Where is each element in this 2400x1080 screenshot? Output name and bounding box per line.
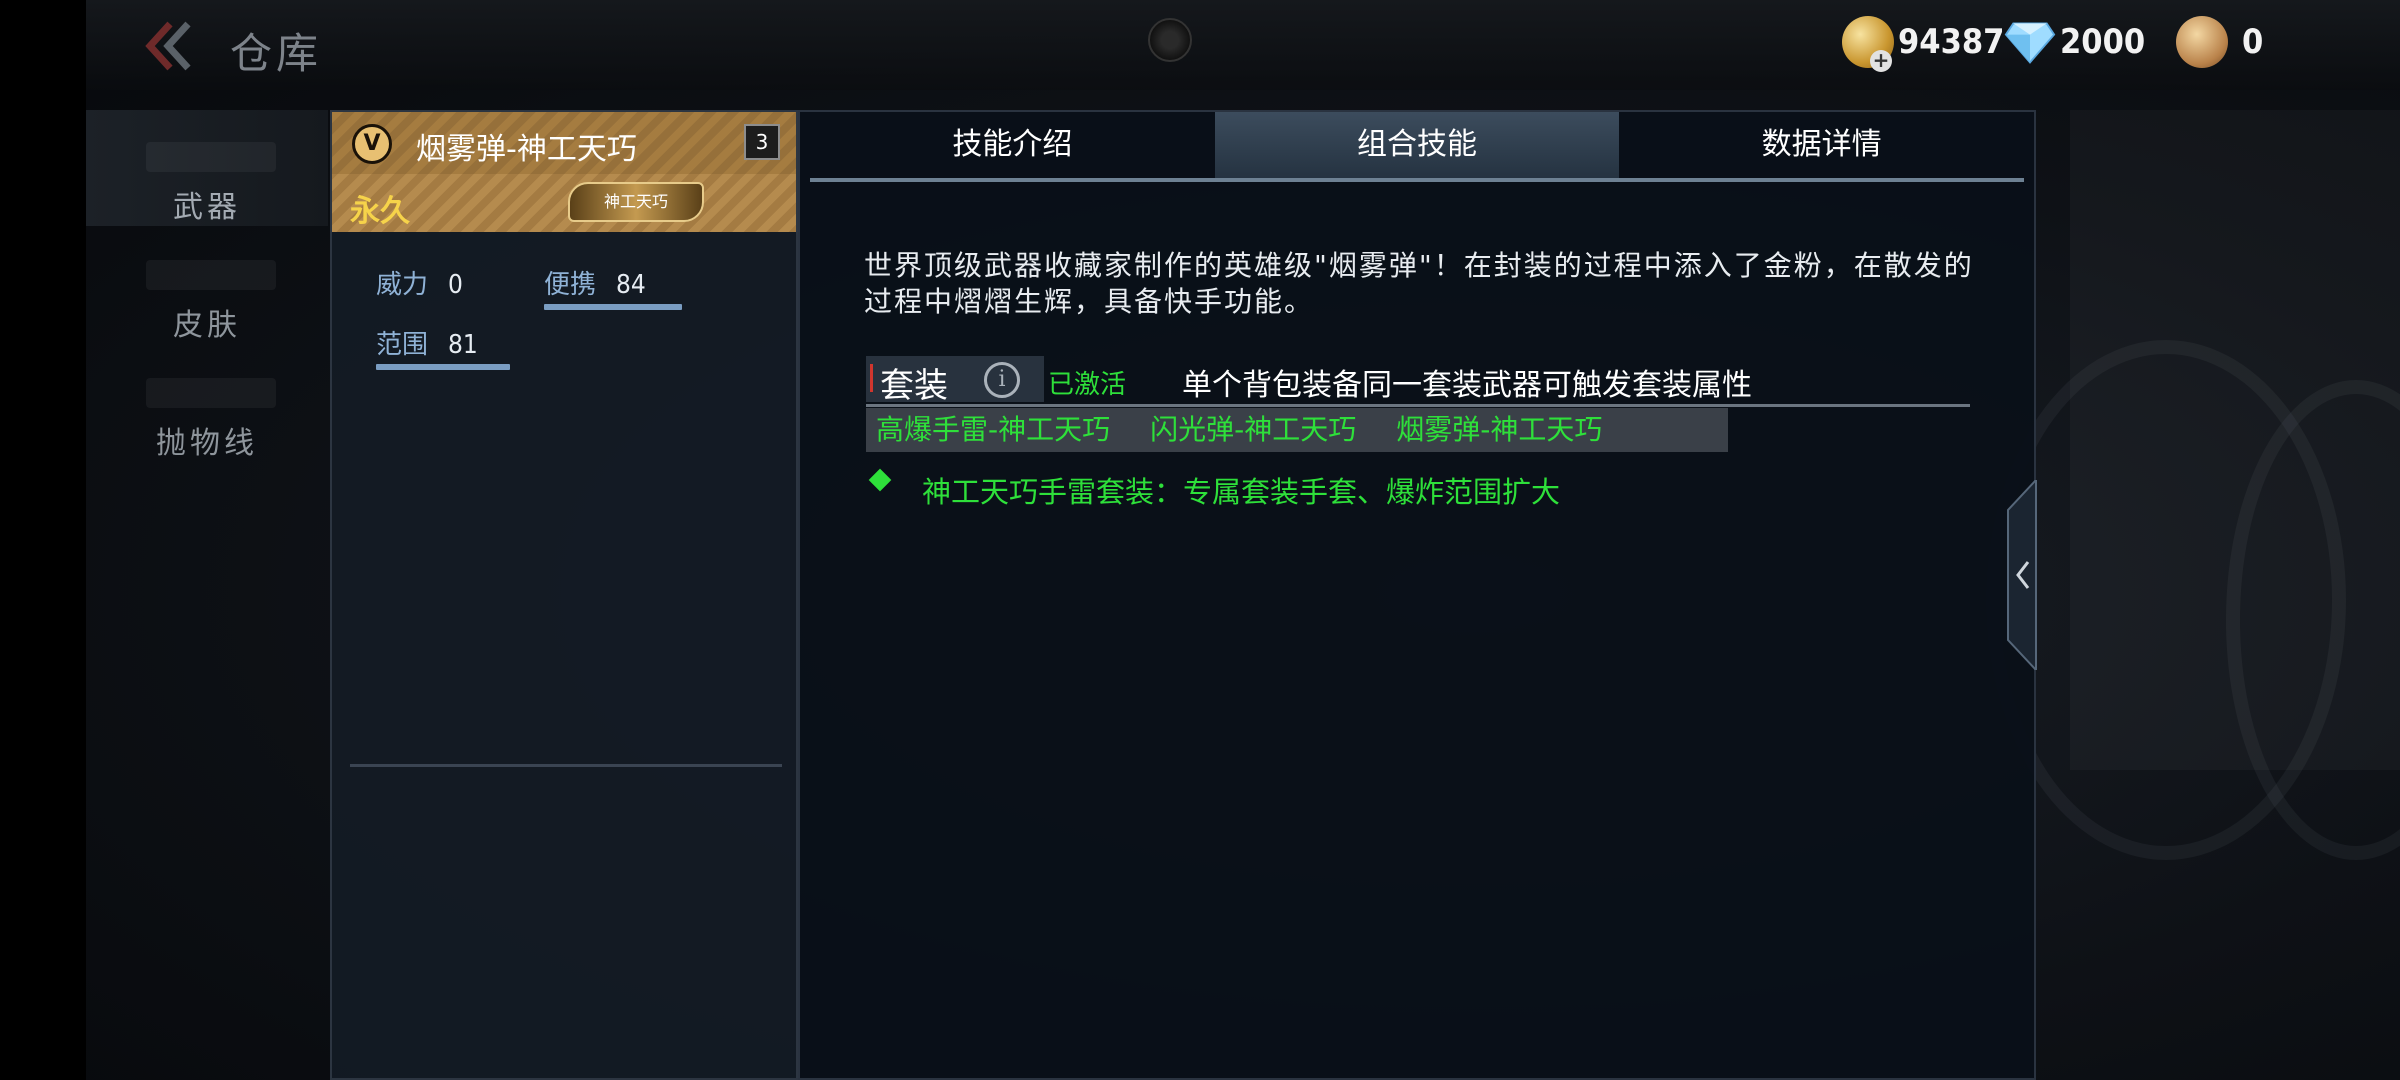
set-items: 高爆手雷-神工天巧 闪光弹-神工天巧 烟雾弹-神工天巧 [866, 408, 1728, 452]
item-description: 世界顶级武器收藏家制作的英雄级"烟雾弹"！在封装的过程中添入了金粉，在散发的过程… [864, 249, 1974, 318]
stat-label: 范围 [376, 330, 429, 360]
diamond-icon [2004, 22, 2056, 64]
stat-value: 0 [448, 270, 463, 300]
set-item: 烟雾弹-神工天巧 [1396, 413, 1603, 446]
detail-panel: 技能介绍 组合技能 数据详情 世界顶级武器收藏家制作的英雄级"烟雾弹"！在封装的… [798, 110, 2036, 1080]
set-badge-icon: 神工天巧 [568, 182, 704, 222]
set-label: 套装 [880, 366, 948, 406]
rifle-icon [146, 142, 276, 172]
stat-power: 威力 0 [376, 264, 463, 301]
medal-currency[interactable]: 0 [2176, 14, 2263, 70]
set-item: 高爆手雷-神工天巧 [876, 413, 1111, 446]
stat-value: 81 [448, 330, 478, 360]
info-icon[interactable]: i [984, 362, 1020, 398]
divider [350, 764, 782, 767]
set-bonus-text: 神工天巧手雷套装：专属套装手套、爆炸范围扩大 [922, 475, 1561, 509]
set-item: 闪光弹-神工天巧 [1150, 413, 1357, 446]
stat-label: 威力 [376, 270, 429, 300]
diamond-currency[interactable]: 2000 [2004, 14, 2145, 70]
medal-amount: 0 [2242, 22, 2264, 62]
item-level-badge: 3 [744, 124, 780, 160]
sidebar-item-trajectory[interactable]: 抛物线 [86, 346, 328, 462]
rank-v-icon: V [352, 124, 392, 164]
set-label-box: 套装 i [866, 356, 1044, 406]
tab-data-details[interactable]: 数据详情 [1619, 112, 2024, 180]
item-panel: V 烟雾弹-神工天巧 3 永久 神工天巧 威力 0 便携 84 范围 81 [330, 110, 798, 1080]
gold-coin-icon [1842, 16, 1894, 72]
set-header: 套装 i 已激活 单个背包装备同一套装武器可触发套装属性 [866, 356, 1970, 406]
divider [866, 404, 1970, 407]
stat-bar [544, 304, 682, 310]
gold-currency[interactable]: 94387 [1842, 14, 2005, 72]
stat-bar [376, 364, 510, 370]
stat-label: 便携 [544, 270, 597, 300]
chevron-left-icon [2007, 477, 2037, 673]
stat-value: 84 [616, 270, 646, 300]
medal-icon [2176, 16, 2228, 68]
item-name: 烟雾弹-神工天巧 [416, 132, 637, 167]
collapse-panel-button[interactable] [2006, 477, 2038, 673]
stat-range: 范围 81 [376, 324, 510, 370]
tab-combo-skill[interactable]: 组合技能 [1214, 112, 1620, 180]
sidebar-item-label: 武器 [173, 190, 241, 225]
item-header: V 烟雾弹-神工天巧 3 永久 神工天巧 [332, 112, 796, 232]
stat-carry: 便携 84 [544, 264, 682, 310]
bullet-diamond-icon [868, 468, 892, 492]
center-indicator [1148, 18, 1192, 62]
sidebar-item-label: 抛物线 [156, 426, 258, 461]
skin-icon [146, 260, 276, 290]
sidebar-item-skin[interactable]: 皮肤 [86, 228, 328, 344]
page-title: 仓库 [230, 29, 323, 78]
sidebar-item-label: 皮肤 [173, 308, 241, 343]
tab-underline [810, 178, 2024, 182]
tab-bar: 技能介绍 组合技能 数据详情 [810, 112, 2024, 180]
back-button[interactable] [140, 18, 200, 74]
gold-amount: 94387 [1898, 22, 2005, 62]
sidebar-item-weapon[interactable]: 武器 [86, 110, 328, 226]
sidebar: 武器 皮肤 抛物线 [86, 110, 328, 1080]
item-duration: 永久 [350, 194, 410, 229]
diamond-amount: 2000 [2060, 22, 2146, 62]
trajectory-icon [146, 378, 276, 408]
set-description: 单个背包装备同一套装武器可触发套装属性 [1182, 368, 1752, 403]
double-chevron-left-icon [145, 21, 191, 71]
set-status: 已激活 [1048, 370, 1127, 400]
tab-skill-intro[interactable]: 技能介绍 [810, 112, 1215, 180]
